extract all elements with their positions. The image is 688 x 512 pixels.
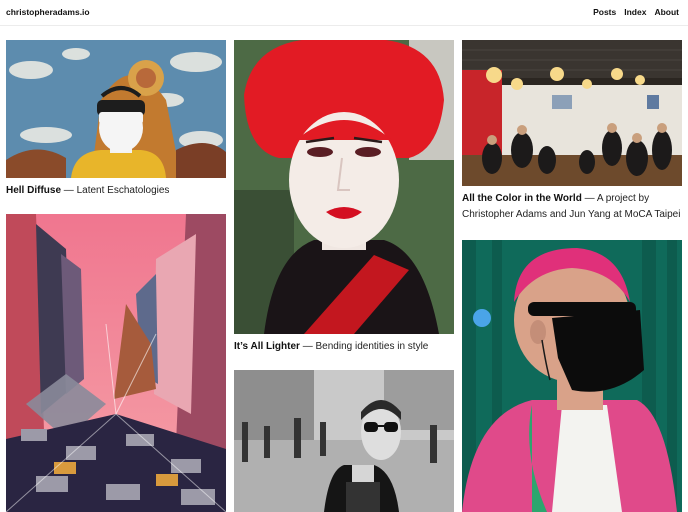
- gallery-event-crowd-image: [462, 40, 682, 186]
- nav-posts-link[interactable]: Posts: [593, 7, 616, 17]
- post-title[interactable]: Hell Diffuse: [6, 185, 61, 196]
- caption-separator: —: [302, 341, 313, 352]
- fragmented-pink-cityscape-image: [6, 214, 226, 512]
- pink-hair-black-mask-portrait-image: [462, 240, 682, 512]
- post-subtitle: Bending identities in style: [315, 341, 429, 352]
- post-card-hell-diffuse[interactable]: Hell Diffuse — Latent Eschatologies: [6, 40, 226, 199]
- post-thumbnail[interactable]: [234, 40, 454, 334]
- caption-separator: —: [63, 185, 74, 196]
- post-thumbnail[interactable]: [6, 40, 226, 178]
- post-caption: It’s All Lighter — Bending identities in…: [234, 339, 454, 355]
- post-card-all-the-color[interactable]: All the Color in the World — A project b…: [462, 40, 682, 223]
- post-caption: All the Color in the World — A project b…: [462, 191, 682, 223]
- post-thumbnail[interactable]: [462, 40, 682, 186]
- nav-about-link[interactable]: About: [654, 7, 679, 17]
- post-caption: Hell Diffuse — Latent Eschatologies: [6, 183, 226, 199]
- post-title[interactable]: It’s All Lighter: [234, 341, 300, 352]
- red-hair-portrait-image: [234, 40, 454, 334]
- post-card-street-portrait[interactable]: [234, 370, 454, 512]
- post-card-pink-hair-portrait[interactable]: [462, 240, 682, 512]
- main-nav: Posts Index About: [593, 7, 679, 17]
- post-card-its-all-lighter[interactable]: It’s All Lighter — Bending identities in…: [234, 40, 454, 355]
- post-subtitle: Latent Eschatologies: [76, 185, 170, 196]
- vr-headset-deity-painting-image: [6, 40, 226, 178]
- post-thumbnail[interactable]: [234, 370, 454, 512]
- bw-street-portrait-sunglasses-image: [234, 370, 454, 512]
- site-name-link[interactable]: christopheradams.io: [6, 7, 90, 17]
- post-thumbnail[interactable]: [6, 214, 226, 512]
- caption-separator: —: [584, 193, 595, 204]
- post-title[interactable]: All the Color in the World: [462, 193, 582, 204]
- post-thumbnail[interactable]: [462, 240, 682, 512]
- post-card-cityscape[interactable]: [6, 214, 226, 512]
- nav-index-link[interactable]: Index: [624, 7, 646, 17]
- site-header: christopheradams.io Posts Index About: [0, 0, 688, 26]
